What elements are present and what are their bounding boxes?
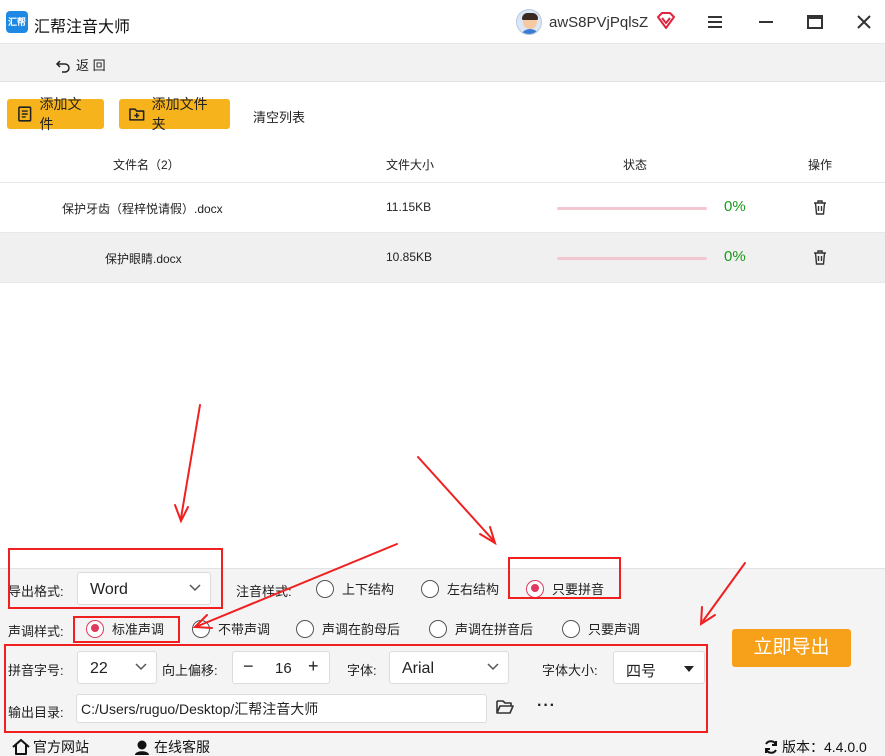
username[interactable]: awS8PVjPqlsZ (549, 14, 648, 31)
footer-version: 版本：4.4.0.0 (763, 737, 867, 756)
close-icon[interactable] (854, 12, 874, 32)
export-now-button[interactable]: 立即导出 (732, 629, 851, 667)
app-title: 汇帮注音大师 (34, 19, 131, 36)
home-icon (12, 739, 30, 755)
footer-support-label: 在线客服 (154, 739, 210, 755)
radio-indicator (421, 579, 439, 598)
trash-icon[interactable] (812, 199, 828, 216)
back-label: 返 回 (76, 58, 106, 73)
refresh-icon (765, 740, 777, 754)
add-folder-button[interactable]: 添加文件夹 (119, 96, 230, 132)
annotation-style-label: 注音样式: (236, 584, 292, 599)
app-logo-icon: 汇帮 (6, 11, 28, 33)
radio-label: 声调在韵母后 (322, 622, 401, 637)
annotation-box-standard-tone (73, 616, 180, 643)
table-row[interactable]: 保护眼睛.docx 10.85KB 0% (0, 233, 885, 283)
add-file-label: 添加文件 (39, 96, 82, 132)
back-arrow-icon (55, 59, 70, 73)
annotation-box-export-format (8, 548, 223, 609)
radio-tone-after-final[interactable]: 声调在韵母后 (296, 619, 400, 638)
header-filename: 文件名（2） (113, 158, 180, 172)
annotation-box-pinyin-only (508, 557, 621, 599)
add-file-icon (18, 106, 32, 122)
progress-percent: 0% (724, 198, 746, 215)
back-bar: 返 回 (0, 44, 885, 82)
minimize-icon[interactable] (756, 12, 776, 32)
annotation-box-font-settings (4, 644, 708, 733)
radio-tone-only[interactable]: 只要声调 (562, 619, 640, 638)
add-folder-icon (129, 108, 145, 121)
radio-indicator (316, 579, 334, 598)
avatar-shirt (520, 29, 540, 34)
radio-indicator (296, 619, 314, 638)
footer-version-label: 版本：4.4.0.0 (782, 739, 867, 755)
table-row[interactable]: 保护牙齿（程梓悦请假）.docx 11.15KB 0% (0, 183, 885, 233)
clear-list-button[interactable]: 清空列表 (253, 107, 305, 126)
radio-annotation-top-bottom[interactable]: 上下结构 (316, 579, 394, 598)
header-action: 操作 (808, 158, 833, 172)
radio-label: 上下结构 (342, 582, 395, 597)
progress-bar (557, 207, 707, 210)
radio-annotation-left-right[interactable]: 左右结构 (421, 579, 499, 598)
file-name: 保护眼睛.docx (105, 252, 182, 266)
file-size: 10.85KB (386, 250, 433, 264)
file-table-header: 文件名（2） 文件大小 状态 操作 (0, 143, 885, 183)
user-avatar[interactable] (516, 9, 542, 35)
radio-label: 只要声调 (588, 622, 641, 637)
radio-indicator (192, 619, 210, 638)
radio-indicator (429, 619, 447, 638)
maximize-icon[interactable] (805, 12, 825, 32)
footer-website-link[interactable]: 官方网站 (12, 737, 89, 756)
headset-icon (135, 740, 149, 755)
progress-bar (557, 257, 707, 260)
radio-tone-none[interactable]: 不带声调 (192, 619, 270, 638)
progress-percent: 0% (724, 248, 746, 265)
footer-support-link[interactable]: 在线客服 (133, 737, 210, 756)
radio-label: 声调在拼音后 (455, 622, 534, 637)
header-status: 状态 (623, 158, 648, 172)
header-filesize: 文件大小 (386, 158, 435, 172)
add-file-button[interactable]: 添加文件 (7, 96, 104, 132)
file-name: 保护牙齿（程梓悦请假）.docx (62, 202, 223, 216)
toolbar: 添加文件 添加文件夹 清空列表 (0, 83, 885, 143)
back-button[interactable]: 返 回 (55, 55, 106, 74)
file-size: 11.15KB (386, 200, 432, 214)
trash-icon[interactable] (812, 249, 828, 266)
vip-diamond-icon[interactable] (656, 12, 676, 30)
radio-label: 不带声调 (218, 622, 271, 637)
radio-indicator (562, 619, 580, 638)
add-folder-label: 添加文件夹 (151, 96, 208, 132)
footer-website-label: 官方网站 (33, 739, 89, 755)
title-bar: 汇帮 汇帮注音大师 awS8PVjPqlsZ (0, 0, 885, 44)
tone-style-label: 声调样式: (8, 624, 64, 639)
avatar-hair (522, 13, 538, 20)
radio-tone-after-pinyin[interactable]: 声调在拼音后 (429, 619, 533, 638)
radio-label: 左右结构 (447, 582, 500, 597)
hamburger-menu-icon[interactable] (705, 12, 725, 32)
